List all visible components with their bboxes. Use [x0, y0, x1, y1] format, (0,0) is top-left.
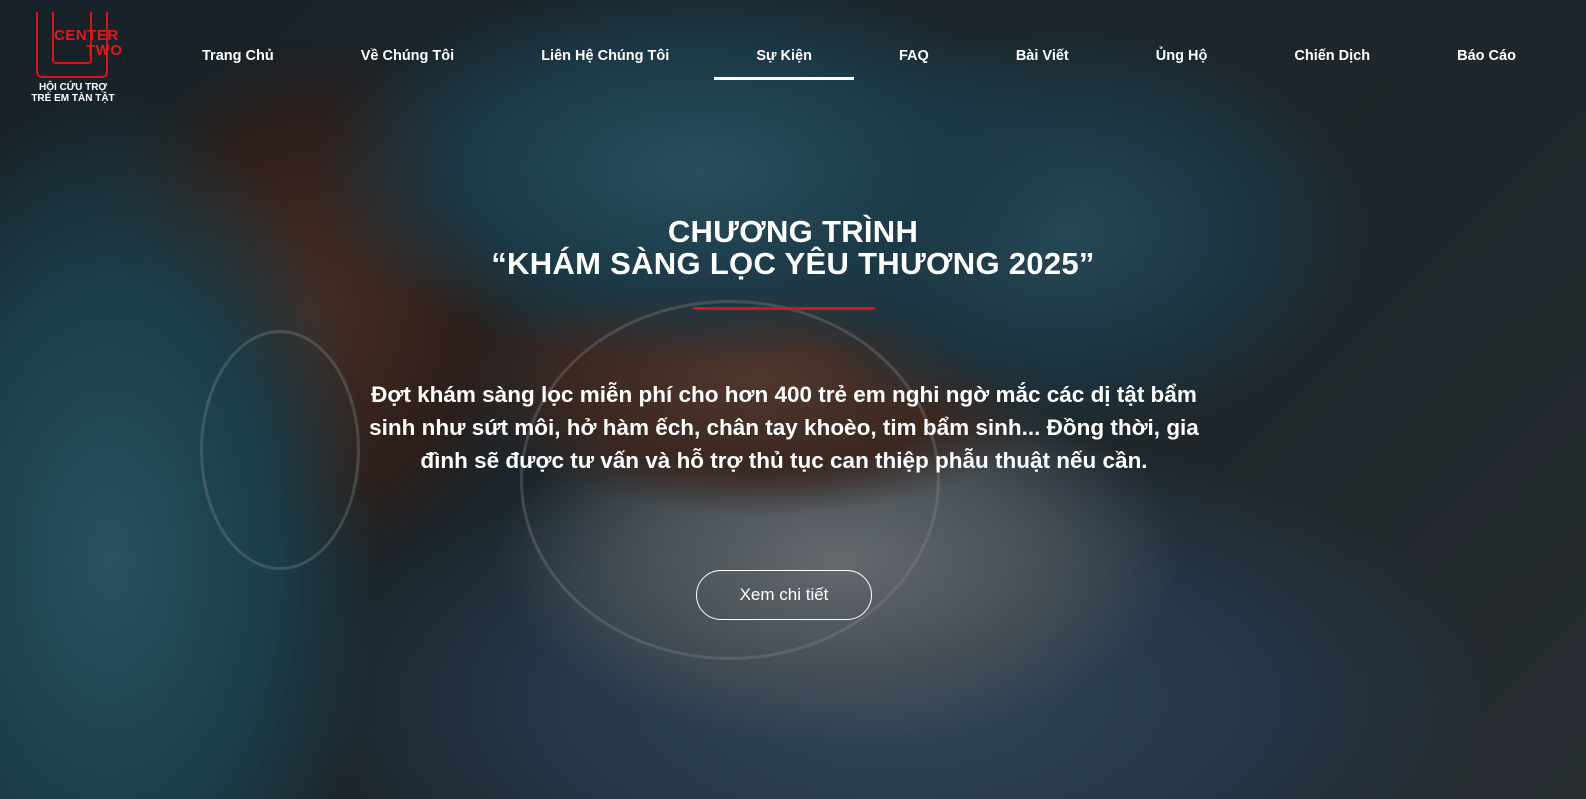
- hero-title-line-2: “KHÁM SÀNG LỌC YÊU THƯƠNG 2025”: [491, 246, 1095, 281]
- view-details-button[interactable]: Xem chi tiết: [696, 570, 872, 620]
- title-divider: [693, 307, 875, 310]
- hero-title-line-1: CHƯƠNG TRÌNH: [667, 214, 919, 249]
- hero-section: CHƯƠNG TRÌNH “KHÁM SÀNG LỌC YÊU THƯƠNG 2…: [0, 0, 1586, 799]
- hero-description: Đợt khám sàng lọc miễn phí cho hơn 400 t…: [369, 382, 1199, 473]
